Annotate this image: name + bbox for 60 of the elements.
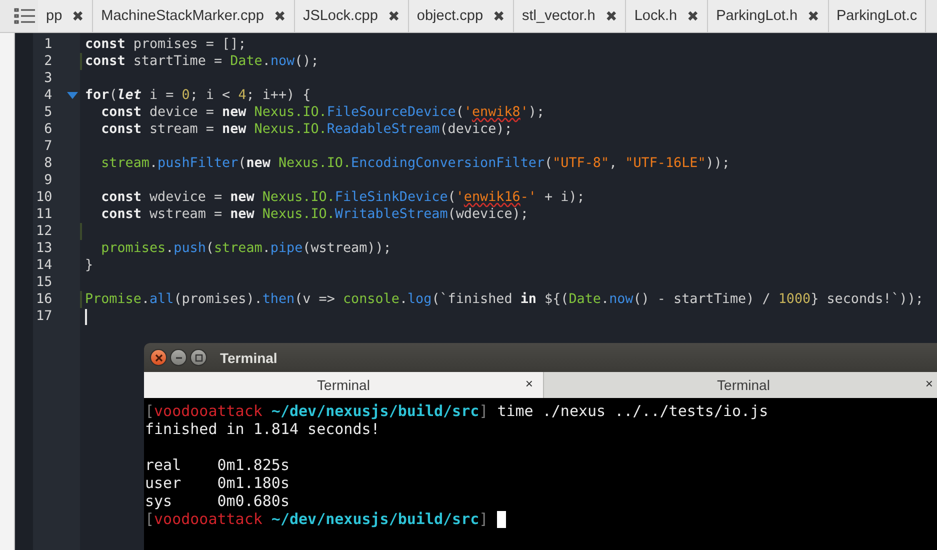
line-number: 2 — [43, 54, 52, 69]
line-number: 10 — [35, 190, 52, 205]
code-line: const wdevice = new Nexus.IO.FileSinkDevice('enwik16-' + i); — [101, 190, 585, 205]
file-tab[interactable]: pp ✖ — [38, 0, 94, 32]
terminal-cursor — [497, 510, 506, 528]
line-number: 15 — [35, 275, 52, 290]
line-number: 3 — [43, 71, 52, 86]
window-title: Terminal — [220, 350, 278, 366]
file-tab[interactable]: JSLock.cpp ✖ — [294, 0, 409, 32]
file-tab[interactable]: object.cpp ✖ — [408, 0, 514, 32]
list-icon[interactable] — [14, 7, 36, 25]
close-icon[interactable]: × — [925, 376, 933, 391]
close-icon[interactable]: ✖ — [605, 8, 618, 24]
close-icon[interactable]: ✖ — [388, 8, 400, 24]
terminal-line: sys 0m0.680s — [145, 492, 290, 510]
line-number: 1 — [43, 37, 52, 52]
line-number: 14 — [35, 258, 52, 273]
code-line: } — [85, 258, 94, 273]
file-tab[interactable]: stl_vector.h ✖ — [514, 0, 626, 32]
file-tab[interactable]: Lock.h ✖ — [626, 0, 708, 32]
terminal-line: finished in 1.814 seconds! — [145, 420, 380, 438]
code-line: const startTime = Date.now(); — [85, 54, 319, 69]
terminal-line: [voodooattack ~/dev/nexusjs/build/src] time ./nexus ../../tests/io.js — [145, 402, 768, 420]
maximize-icon[interactable] — [190, 349, 207, 366]
close-icon[interactable]: × — [525, 376, 533, 391]
close-icon[interactable]: ✖ — [274, 8, 286, 24]
line-number: 8 — [43, 156, 52, 171]
close-icon[interactable]: ✖ — [808, 8, 820, 24]
terminal-tab[interactable]: Terminal × — [144, 372, 544, 398]
line-number: 4 — [43, 88, 52, 103]
line-number: 7 — [43, 139, 52, 154]
close-icon[interactable] — [150, 349, 167, 366]
close-icon[interactable]: ✖ — [493, 8, 506, 24]
code-line: const promises = []; — [85, 37, 246, 52]
file-tab[interactable]: ParkingLot.h ✖ — [708, 0, 829, 32]
line-number: 11 — [35, 207, 52, 222]
code-line: stream.pushFilter(new Nexus.IO.EncodingConversionFilter("UTF-8", "UTF-16LE")); — [101, 156, 730, 171]
file-tab[interactable]: MachineStackMarker.cpp ✖ — [93, 0, 295, 32]
minimize-icon[interactable] — [170, 349, 187, 366]
code-line: const device = new Nexus.IO.FileSourceDevice('enwik8'); — [101, 105, 545, 120]
line-number: 13 — [35, 241, 52, 256]
line-number: 6 — [43, 122, 52, 137]
terminal-line: real 0m1.825s — [145, 456, 290, 474]
terminal-line: user 0m1.180s — [145, 474, 290, 492]
close-icon[interactable]: ✖ — [687, 8, 700, 24]
terminal-line: [voodooattack ~/dev/nexusjs/build/src] — [145, 510, 488, 528]
close-icon[interactable]: ✖ — [72, 8, 84, 24]
code-line: promises.push(stream.pipe(wstream)); — [101, 241, 392, 256]
line-number: 12 — [35, 224, 52, 239]
code-line: Promise.all(promises).then(v => console.log(`finished in ${(Date.now() - startTime) / 1000} seconds!`)); — [85, 292, 924, 307]
code-line: const stream = new Nexus.IO.ReadableStream(device); — [101, 122, 512, 137]
line-number: 16 — [35, 292, 52, 307]
code-line: const wstream = new Nexus.IO.WritableStream(wdevice); — [101, 207, 528, 222]
line-number: 17 — [35, 309, 52, 324]
text-cursor — [85, 308, 87, 324]
file-tab[interactable]: ParkingLot.c — [828, 0, 926, 32]
fold-arrow-icon[interactable] — [67, 92, 78, 99]
code-line: for(let i = 0; i < 4; i++) { — [85, 88, 311, 103]
line-number: 9 — [43, 173, 52, 188]
line-number: 5 — [43, 105, 52, 120]
